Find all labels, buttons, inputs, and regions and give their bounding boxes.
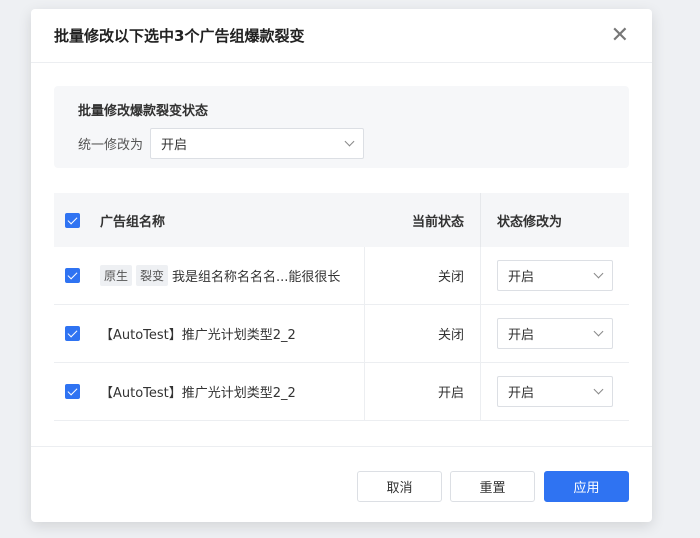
select-value: 开启 xyxy=(508,270,535,285)
select-value: 开启 xyxy=(508,328,535,343)
dialog-footer: 取消 重置 应用 xyxy=(31,446,652,522)
adgroup-name: 【AutoTest】推广光计划类型2_2 xyxy=(100,328,296,343)
row-status-select[interactable]: 开启 xyxy=(497,260,613,291)
cancel-button[interactable]: 取消 xyxy=(357,471,442,502)
batch-status-panel: 批量修改爆款裂变状态 统一修改为 开启 xyxy=(54,86,629,168)
adgroup-name: 【AutoTest】推广光计划类型2_2 xyxy=(100,386,296,401)
chevron-down-icon xyxy=(593,268,604,279)
dialog-title: 批量修改以下选中3个广告组爆款裂变 xyxy=(54,27,305,45)
row-status-select[interactable]: 开启 xyxy=(497,318,613,349)
table-header: 广告组名称 当前状态 状态修改为 xyxy=(54,193,629,247)
panel-title: 批量修改爆款裂变状态 xyxy=(78,104,209,119)
row-tag: 原生 xyxy=(100,265,133,286)
select-value: 开启 xyxy=(161,138,188,153)
row-status-select[interactable]: 开启 xyxy=(497,376,613,407)
batch-status-select[interactable]: 开启 xyxy=(150,128,365,159)
apply-button[interactable]: 应用 xyxy=(544,471,629,502)
batch-edit-dialog: 批量修改以下选中3个广告组爆款裂变 ✕ 批量修改爆款裂变状态 统一修改为 开启 … xyxy=(31,9,652,522)
reset-button[interactable]: 重置 xyxy=(450,471,535,502)
close-icon[interactable]: ✕ xyxy=(611,24,629,47)
table-row: 【AutoTest】推广光计划类型2_2 开启 开启 xyxy=(54,363,629,421)
table-row: 【AutoTest】推广光计划类型2_2 关闭 开启 xyxy=(54,305,629,363)
header-current: 当前状态 xyxy=(364,193,481,247)
chevron-down-icon xyxy=(344,136,355,147)
header-change: 状态修改为 xyxy=(497,214,563,230)
current-status: 关闭 xyxy=(364,247,481,304)
adgroup-name: 我是组名称名名名...能很很长 xyxy=(172,270,341,285)
select-value: 开启 xyxy=(508,386,535,401)
row-checkbox[interactable] xyxy=(64,326,80,341)
header-name: 广告组名称 xyxy=(100,214,166,230)
dialog-header: 批量修改以下选中3个广告组爆款裂变 ✕ xyxy=(31,9,652,63)
chevron-down-icon xyxy=(593,384,604,395)
row-checkbox[interactable] xyxy=(64,384,80,399)
current-status: 关闭 xyxy=(364,305,481,362)
row-tag: 裂变 xyxy=(136,265,169,286)
row-checkbox[interactable] xyxy=(64,268,80,283)
select-all-checkbox[interactable] xyxy=(64,212,80,228)
batch-label: 统一修改为 xyxy=(78,138,144,153)
current-status: 开启 xyxy=(364,363,481,420)
table-row: 原生 裂变 我是组名称名名名...能很很长 关闭 开启 xyxy=(54,247,629,305)
adgroup-table: 广告组名称 当前状态 状态修改为 原生 裂变 我是组名称名名名...能很很长 关闭 … xyxy=(54,193,629,421)
chevron-down-icon xyxy=(593,326,604,337)
